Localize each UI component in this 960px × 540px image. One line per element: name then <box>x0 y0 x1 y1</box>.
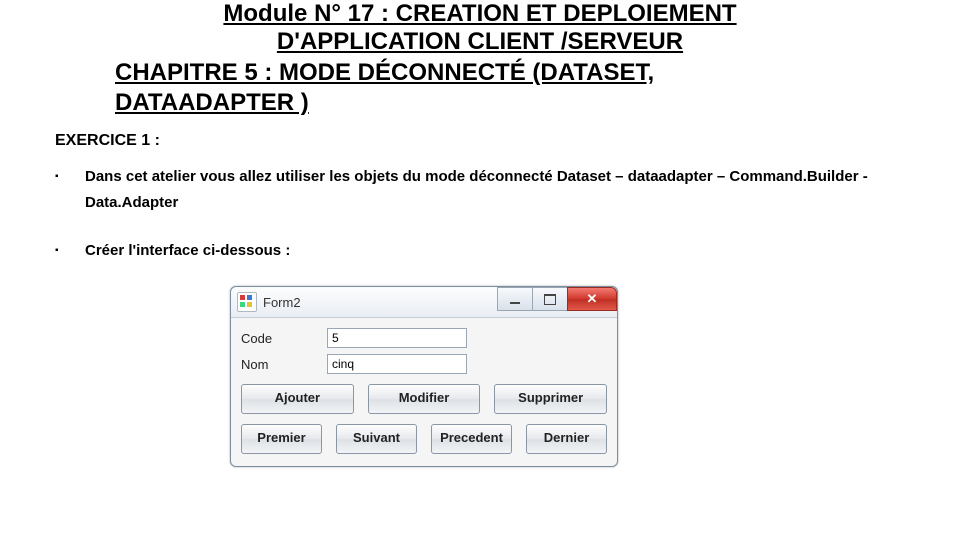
form-window: Form2 Code Nom Ajouter Modifier Supprime… <box>230 286 618 467</box>
maximize-button[interactable] <box>532 287 568 311</box>
premier-button[interactable]: Premier <box>241 424 322 454</box>
titlebar[interactable]: Form2 <box>231 287 617 318</box>
modifier-button[interactable]: Modifier <box>368 384 481 414</box>
label-nom: Nom <box>241 357 327 372</box>
app-icon <box>237 292 257 312</box>
label-code: Code <box>241 331 327 346</box>
paragraph-list: Dans cet atelier vous allez utiliser les… <box>55 164 930 264</box>
exercice-heading: EXERCICE 1 : <box>55 132 960 150</box>
window-controls <box>498 287 617 309</box>
module-title-line2: D'APPLICATION CLIENT /SERVEUR <box>277 28 683 55</box>
close-button[interactable] <box>567 287 617 311</box>
client-area: Code Nom Ajouter Modifier Supprimer Prem… <box>231 318 617 466</box>
button-row-1: Ajouter Modifier Supprimer <box>241 384 607 414</box>
row-code: Code <box>241 328 607 348</box>
minimize-button[interactable] <box>497 287 533 311</box>
button-row-2: Premier Suivant Precedent Dernier <box>241 424 607 454</box>
input-nom[interactable] <box>327 354 467 374</box>
supprimer-button[interactable]: Supprimer <box>494 384 607 414</box>
module-title-line1: Module N° 17 : CREATION ET DEPLOIEMENT <box>223 0 736 27</box>
input-code[interactable] <box>327 328 467 348</box>
paragraph-1: Dans cet atelier vous allez utiliser les… <box>55 164 930 216</box>
dernier-button[interactable]: Dernier <box>526 424 607 454</box>
chapter-prefix: CHAPITRE 5 : <box>115 59 279 86</box>
suivant-button[interactable]: Suivant <box>336 424 417 454</box>
row-nom: Nom <box>241 354 607 374</box>
window-title: Form2 <box>263 295 301 310</box>
paragraph-2: Créer l'interface ci-dessous : <box>55 238 930 264</box>
ajouter-button[interactable]: Ajouter <box>241 384 354 414</box>
precedent-button[interactable]: Precedent <box>431 424 512 454</box>
module-title: Module N° 17 : CREATION ET DEPLOIEMENT D… <box>120 0 840 56</box>
chapter-title: CHAPITRE 5 : MODE DÉCONNECTÉ (DATASET, D… <box>115 58 795 118</box>
